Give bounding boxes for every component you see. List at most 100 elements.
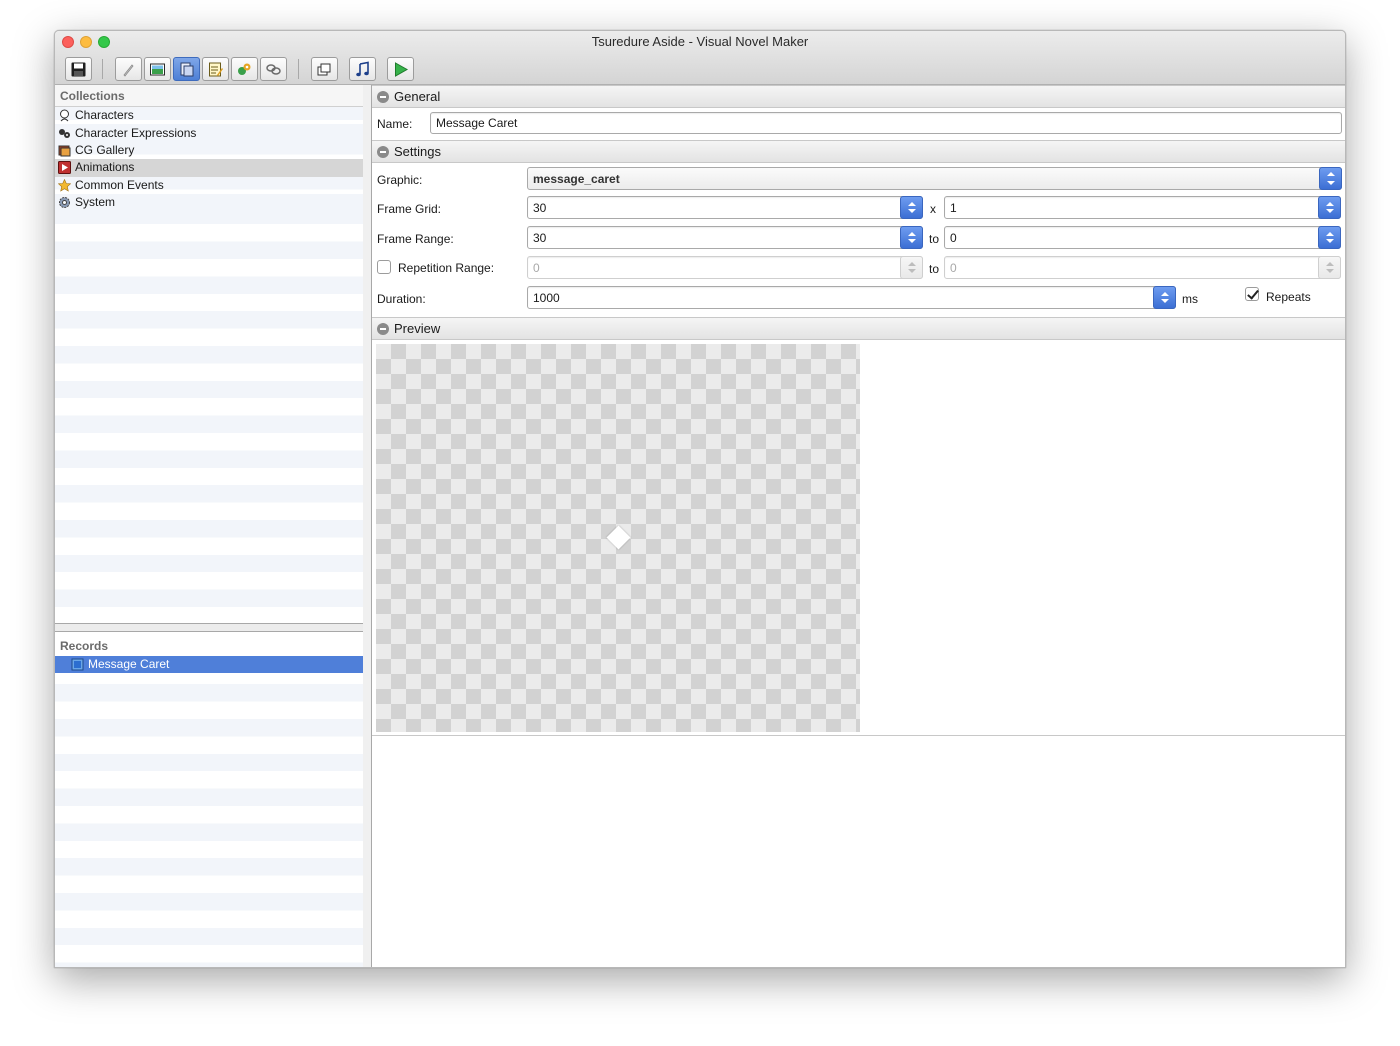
frame-range-from-value: 30	[533, 231, 547, 245]
collection-item-characters[interactable]: Characters	[55, 107, 363, 124]
repetition-from-stepper[interactable]: 0	[527, 256, 923, 279]
frame-grid-x-stepper[interactable]: 30	[527, 196, 923, 219]
play-icon	[395, 61, 409, 77]
preview-section	[372, 340, 1345, 736]
record-icon	[71, 658, 84, 671]
name-label: Name:	[377, 117, 413, 131]
frame-grid-y-stepper[interactable]: 1	[944, 196, 1341, 219]
stepper-arrows-icon[interactable]	[1318, 196, 1341, 219]
record-item-label: Message Caret	[88, 657, 170, 672]
duration-unit: ms	[1182, 292, 1198, 306]
character-icon	[58, 109, 71, 122]
music-icon	[356, 61, 369, 76]
frame-range-label: Frame Range:	[377, 232, 454, 246]
layers-icon	[317, 63, 331, 75]
database-button[interactable]	[173, 57, 200, 81]
expressions-icon	[58, 127, 71, 140]
repetition-to-stepper[interactable]: 0	[944, 256, 1341, 279]
frame-range-to-stepper[interactable]: 0	[944, 226, 1341, 249]
collection-item-animations[interactable]: Animations	[55, 159, 363, 177]
settings-title: Settings	[394, 144, 441, 159]
collection-item-common-events[interactable]: Common Events	[55, 177, 363, 194]
scripts-button[interactable]	[202, 57, 229, 81]
collection-item-label: Common Events	[75, 177, 164, 192]
script-icon	[209, 62, 223, 76]
collection-item-label: CG Gallery	[75, 142, 135, 157]
preview-title: Preview	[394, 321, 441, 336]
plugins-icon	[238, 63, 251, 75]
right-pane: General Name: Message Caret Settings Gra…	[371, 85, 1345, 967]
collection-item-label: Characters	[75, 108, 134, 123]
collapse-icon[interactable]	[377, 90, 389, 103]
repeats-label: Repeats	[1266, 290, 1311, 304]
graphic-select[interactable]: message_caret	[527, 167, 1342, 190]
stepper-arrows-icon[interactable]	[1318, 226, 1341, 249]
frame-grid-label: Frame Grid:	[377, 202, 442, 216]
stepper-arrows-icon[interactable]	[900, 226, 923, 249]
collections-header: Collections	[55, 85, 363, 107]
pencil-icon	[123, 63, 134, 77]
title-bar: Tsuredure Aside - Visual Novel Maker	[55, 31, 1345, 85]
repetition-from-value: 0	[533, 261, 540, 275]
collection-item-cg-gallery[interactable]: CG Gallery	[55, 142, 363, 159]
collections-list: Characters Character Expressions CG Galler…	[55, 107, 363, 212]
toolbar	[55, 55, 1345, 83]
star-icon	[58, 178, 71, 192]
frame-grid-y-value: 1	[950, 201, 957, 215]
stepper-arrows-icon[interactable]	[900, 256, 923, 279]
repetition-to-value: 0	[950, 261, 957, 275]
scenes-button[interactable]	[144, 57, 171, 81]
graphic-value: message_caret	[533, 172, 620, 186]
collection-item-character-expressions[interactable]: Character Expressions	[55, 124, 363, 142]
duration-stepper[interactable]: 1000	[527, 286, 1176, 309]
duration-value: 1000	[533, 291, 560, 305]
vertical-splitter[interactable]	[363, 85, 371, 967]
general-section-header[interactable]: General	[372, 85, 1345, 108]
preview-section-header[interactable]: Preview	[372, 317, 1345, 340]
panel-splitter[interactable]	[55, 623, 363, 632]
frame-grid-x-value: 30	[533, 201, 547, 215]
plugins-button[interactable]	[231, 57, 258, 81]
frame-range-from-stepper[interactable]: 30	[527, 226, 923, 249]
save-icon	[71, 62, 86, 76]
collections-panel: Collections Characters Character Expressi…	[55, 85, 363, 623]
gallery-icon	[58, 144, 71, 157]
stepper-arrows-icon[interactable]	[1153, 286, 1176, 309]
repeats-checkbox[interactable]	[1245, 287, 1259, 301]
caret-sprite	[606, 525, 631, 550]
general-title: General	[394, 89, 441, 104]
collapse-icon[interactable]	[377, 145, 389, 158]
stepper-arrows-icon[interactable]	[900, 196, 923, 219]
duration-label: Duration:	[377, 292, 426, 306]
links-button[interactable]	[260, 57, 287, 81]
text-editor-button[interactable]	[115, 57, 142, 81]
general-section: Name: Message Caret	[372, 108, 1345, 140]
collapse-icon[interactable]	[377, 322, 389, 335]
preview-canvas	[376, 344, 860, 732]
settings-section-header[interactable]: Settings	[372, 140, 1345, 163]
repetition-separator: to	[929, 262, 940, 276]
gear-icon	[58, 196, 71, 209]
collection-item-label: System	[75, 195, 116, 210]
layers-button[interactable]	[311, 57, 338, 81]
settings-section: Graphic: message_caret Frame Grid: 30 x …	[372, 163, 1345, 317]
collection-item-label: Character Expressions	[75, 125, 197, 140]
frame-grid-separator: x	[930, 202, 936, 216]
records-list: Message Caret	[55, 656, 363, 674]
play-button[interactable]	[387, 57, 414, 81]
audio-button[interactable]	[349, 57, 376, 81]
frame-range-to-value: 0	[950, 231, 957, 245]
record-item[interactable]: Message Caret	[55, 656, 363, 674]
collection-item-system[interactable]: System	[55, 193, 363, 212]
select-arrows-icon[interactable]	[1319, 167, 1342, 190]
collection-item-label: Animations	[75, 160, 135, 175]
animation-icon	[58, 161, 71, 175]
frame-range-separator: to	[929, 232, 940, 246]
records-panel: Records Message Caret	[55, 632, 363, 967]
save-button[interactable]	[65, 57, 92, 81]
repetition-checkbox[interactable]	[377, 260, 391, 274]
left-pane: Collections Characters Character Expressi…	[55, 85, 363, 967]
name-field[interactable]: Message Caret	[430, 112, 1342, 134]
stepper-arrows-icon[interactable]	[1318, 256, 1341, 279]
database-icon	[180, 62, 194, 76]
